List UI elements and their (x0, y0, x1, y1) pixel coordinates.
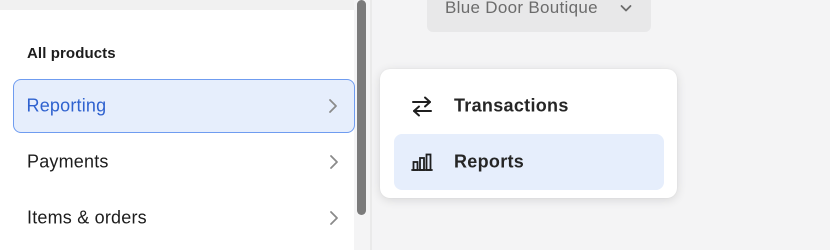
menu-item-label: Transactions (454, 95, 569, 116)
sidebar-item-items-orders[interactable]: Items & orders (13, 191, 355, 245)
sidebar-scrollbar-thumb[interactable] (357, 0, 366, 215)
location-selector[interactable]: Blue Door Boutique (427, 0, 651, 32)
menu-item-label: Reports (454, 151, 525, 172)
sidebar-item-reporting[interactable]: Reporting (13, 79, 355, 133)
chevron-right-icon (329, 99, 337, 113)
chevron-down-icon (620, 5, 632, 12)
menu-item-transactions[interactable]: Transactions (394, 78, 664, 134)
sidebar-top-strip (0, 0, 354, 10)
sidebar-item-label: Payments (27, 151, 109, 172)
reporting-menu: Transactions Reports (380, 69, 677, 198)
sidebar-heading: All products (27, 45, 116, 62)
sidebar-item-label: Items & orders (27, 207, 147, 228)
location-selector-label: Blue Door Boutique (445, 0, 598, 17)
chevron-right-icon (330, 155, 338, 169)
sidebar-item-payments[interactable]: Payments (13, 135, 355, 189)
bar-chart-icon (411, 153, 433, 171)
sidebar-item-label: Reporting (26, 95, 107, 116)
menu-item-reports[interactable]: Reports (394, 134, 664, 190)
content-divider (370, 0, 372, 250)
sidebar: All products Reporting Payments Items & … (0, 0, 355, 250)
arrows-left-right-icon (412, 96, 432, 117)
chevron-right-icon (330, 211, 338, 225)
